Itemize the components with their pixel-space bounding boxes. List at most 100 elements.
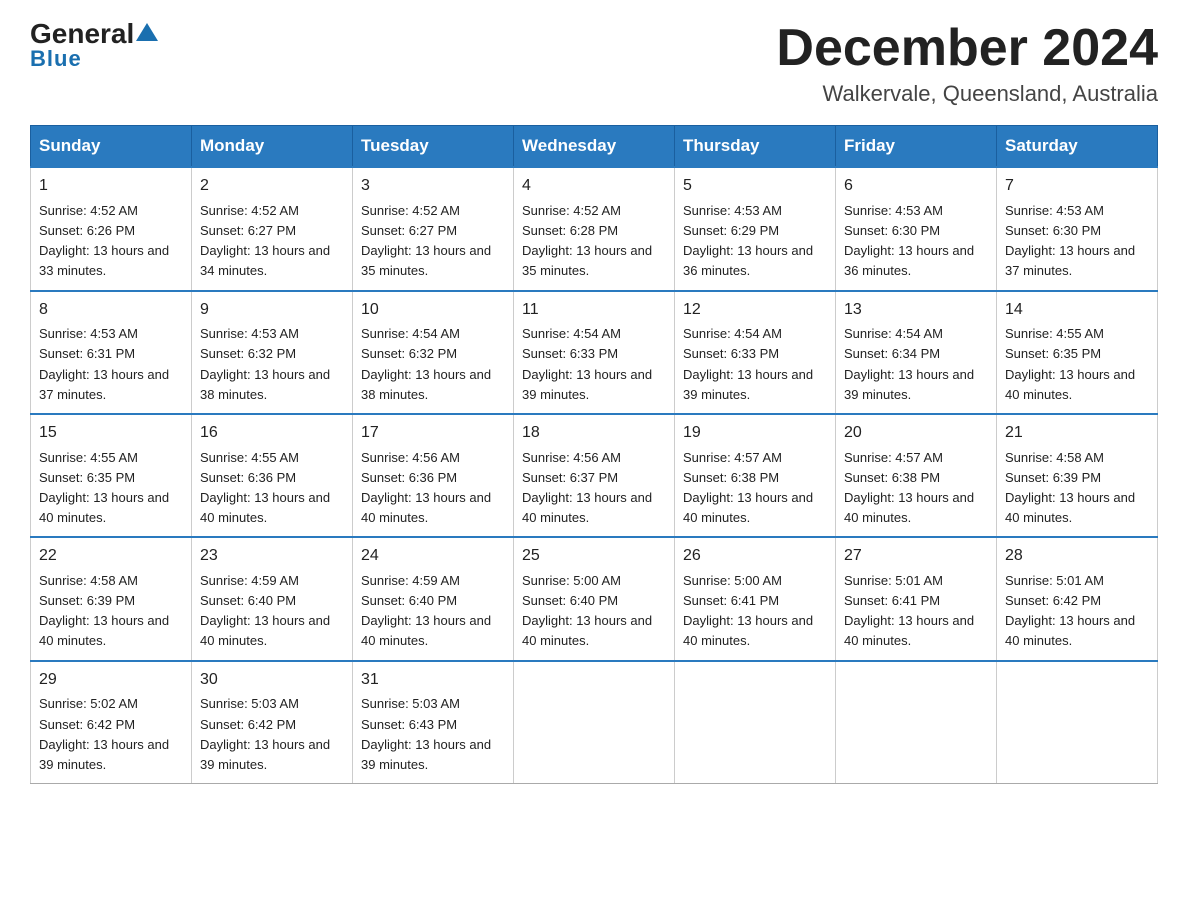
table-row [836,661,997,784]
day-number: 29 [39,668,183,693]
col-sunday: Sunday [31,126,192,168]
day-number: 18 [522,421,666,446]
table-row [514,661,675,784]
day-info: Sunrise: 5:01 AMSunset: 6:41 PMDaylight:… [844,573,974,648]
day-info: Sunrise: 5:03 AMSunset: 6:42 PMDaylight:… [200,696,330,771]
col-friday: Friday [836,126,997,168]
title-area: December 2024 Walkervale, Queensland, Au… [776,20,1158,107]
logo-triangle-icon [136,23,158,41]
table-row: 9 Sunrise: 4:53 AMSunset: 6:32 PMDayligh… [192,291,353,414]
table-row [997,661,1158,784]
table-row: 10 Sunrise: 4:54 AMSunset: 6:32 PMDaylig… [353,291,514,414]
table-row: 8 Sunrise: 4:53 AMSunset: 6:31 PMDayligh… [31,291,192,414]
day-info: Sunrise: 4:56 AMSunset: 6:37 PMDaylight:… [522,450,652,525]
day-number: 30 [200,668,344,693]
table-row: 27 Sunrise: 5:01 AMSunset: 6:41 PMDaylig… [836,537,997,660]
day-number: 23 [200,544,344,569]
col-monday: Monday [192,126,353,168]
calendar-week-row: 15 Sunrise: 4:55 AMSunset: 6:35 PMDaylig… [31,414,1158,537]
day-info: Sunrise: 4:53 AMSunset: 6:32 PMDaylight:… [200,326,330,401]
day-number: 6 [844,174,988,199]
day-info: Sunrise: 4:52 AMSunset: 6:27 PMDaylight:… [361,203,491,278]
day-info: Sunrise: 5:00 AMSunset: 6:41 PMDaylight:… [683,573,813,648]
logo: General Blue [30,20,158,72]
table-row: 16 Sunrise: 4:55 AMSunset: 6:36 PMDaylig… [192,414,353,537]
day-number: 28 [1005,544,1149,569]
day-number: 31 [361,668,505,693]
table-row [675,661,836,784]
calendar-header-row: Sunday Monday Tuesday Wednesday Thursday… [31,126,1158,168]
day-info: Sunrise: 4:58 AMSunset: 6:39 PMDaylight:… [39,573,169,648]
day-info: Sunrise: 4:57 AMSunset: 6:38 PMDaylight:… [683,450,813,525]
table-row: 13 Sunrise: 4:54 AMSunset: 6:34 PMDaylig… [836,291,997,414]
day-number: 7 [1005,174,1149,199]
col-thursday: Thursday [675,126,836,168]
table-row: 17 Sunrise: 4:56 AMSunset: 6:36 PMDaylig… [353,414,514,537]
table-row: 21 Sunrise: 4:58 AMSunset: 6:39 PMDaylig… [997,414,1158,537]
table-row: 14 Sunrise: 4:55 AMSunset: 6:35 PMDaylig… [997,291,1158,414]
table-row: 7 Sunrise: 4:53 AMSunset: 6:30 PMDayligh… [997,167,1158,290]
day-number: 27 [844,544,988,569]
day-info: Sunrise: 4:55 AMSunset: 6:35 PMDaylight:… [39,450,169,525]
day-info: Sunrise: 4:55 AMSunset: 6:35 PMDaylight:… [1005,326,1135,401]
calendar-week-row: 29 Sunrise: 5:02 AMSunset: 6:42 PMDaylig… [31,661,1158,784]
logo-general: General [30,20,134,48]
day-number: 4 [522,174,666,199]
calendar-week-row: 1 Sunrise: 4:52 AMSunset: 6:26 PMDayligh… [31,167,1158,290]
calendar-week-row: 22 Sunrise: 4:58 AMSunset: 6:39 PMDaylig… [31,537,1158,660]
day-info: Sunrise: 4:54 AMSunset: 6:34 PMDaylight:… [844,326,974,401]
table-row: 1 Sunrise: 4:52 AMSunset: 6:26 PMDayligh… [31,167,192,290]
month-title: December 2024 [776,20,1158,77]
day-number: 5 [683,174,827,199]
day-info: Sunrise: 4:52 AMSunset: 6:26 PMDaylight:… [39,203,169,278]
day-info: Sunrise: 5:02 AMSunset: 6:42 PMDaylight:… [39,696,169,771]
table-row: 25 Sunrise: 5:00 AMSunset: 6:40 PMDaylig… [514,537,675,660]
day-info: Sunrise: 4:56 AMSunset: 6:36 PMDaylight:… [361,450,491,525]
day-number: 15 [39,421,183,446]
day-number: 8 [39,298,183,323]
day-info: Sunrise: 5:00 AMSunset: 6:40 PMDaylight:… [522,573,652,648]
table-row: 24 Sunrise: 4:59 AMSunset: 6:40 PMDaylig… [353,537,514,660]
table-row: 4 Sunrise: 4:52 AMSunset: 6:28 PMDayligh… [514,167,675,290]
table-row: 31 Sunrise: 5:03 AMSunset: 6:43 PMDaylig… [353,661,514,784]
day-info: Sunrise: 4:59 AMSunset: 6:40 PMDaylight:… [200,573,330,648]
day-info: Sunrise: 4:52 AMSunset: 6:27 PMDaylight:… [200,203,330,278]
page-header: General Blue December 2024 Walkervale, Q… [30,20,1158,107]
day-info: Sunrise: 4:53 AMSunset: 6:29 PMDaylight:… [683,203,813,278]
table-row: 29 Sunrise: 5:02 AMSunset: 6:42 PMDaylig… [31,661,192,784]
day-info: Sunrise: 4:54 AMSunset: 6:33 PMDaylight:… [522,326,652,401]
day-number: 11 [522,298,666,323]
day-number: 25 [522,544,666,569]
table-row: 19 Sunrise: 4:57 AMSunset: 6:38 PMDaylig… [675,414,836,537]
day-info: Sunrise: 4:55 AMSunset: 6:36 PMDaylight:… [200,450,330,525]
table-row: 23 Sunrise: 4:59 AMSunset: 6:40 PMDaylig… [192,537,353,660]
day-number: 17 [361,421,505,446]
day-number: 21 [1005,421,1149,446]
day-number: 9 [200,298,344,323]
table-row: 18 Sunrise: 4:56 AMSunset: 6:37 PMDaylig… [514,414,675,537]
table-row: 28 Sunrise: 5:01 AMSunset: 6:42 PMDaylig… [997,537,1158,660]
table-row: 30 Sunrise: 5:03 AMSunset: 6:42 PMDaylig… [192,661,353,784]
table-row: 12 Sunrise: 4:54 AMSunset: 6:33 PMDaylig… [675,291,836,414]
table-row: 20 Sunrise: 4:57 AMSunset: 6:38 PMDaylig… [836,414,997,537]
day-info: Sunrise: 4:57 AMSunset: 6:38 PMDaylight:… [844,450,974,525]
col-saturday: Saturday [997,126,1158,168]
table-row: 2 Sunrise: 4:52 AMSunset: 6:27 PMDayligh… [192,167,353,290]
table-row: 15 Sunrise: 4:55 AMSunset: 6:35 PMDaylig… [31,414,192,537]
day-number: 2 [200,174,344,199]
table-row: 26 Sunrise: 5:00 AMSunset: 6:41 PMDaylig… [675,537,836,660]
day-info: Sunrise: 4:58 AMSunset: 6:39 PMDaylight:… [1005,450,1135,525]
day-number: 19 [683,421,827,446]
day-number: 10 [361,298,505,323]
day-info: Sunrise: 4:53 AMSunset: 6:30 PMDaylight:… [1005,203,1135,278]
table-row: 5 Sunrise: 4:53 AMSunset: 6:29 PMDayligh… [675,167,836,290]
day-number: 24 [361,544,505,569]
day-info: Sunrise: 5:01 AMSunset: 6:42 PMDaylight:… [1005,573,1135,648]
day-number: 1 [39,174,183,199]
calendar-week-row: 8 Sunrise: 4:53 AMSunset: 6:31 PMDayligh… [31,291,1158,414]
day-number: 22 [39,544,183,569]
table-row: 22 Sunrise: 4:58 AMSunset: 6:39 PMDaylig… [31,537,192,660]
day-info: Sunrise: 4:52 AMSunset: 6:28 PMDaylight:… [522,203,652,278]
col-wednesday: Wednesday [514,126,675,168]
table-row: 6 Sunrise: 4:53 AMSunset: 6:30 PMDayligh… [836,167,997,290]
